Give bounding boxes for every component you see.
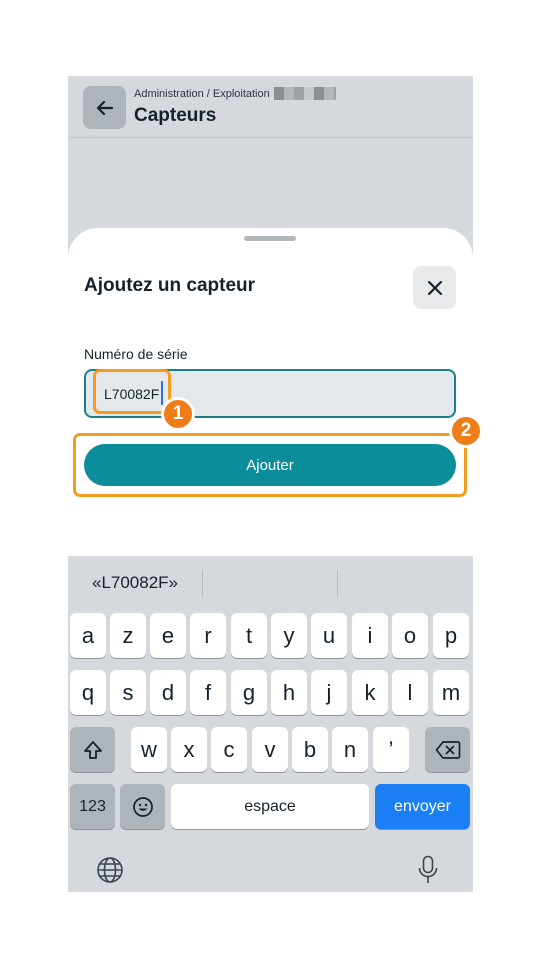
key-b[interactable]: b (292, 727, 328, 772)
suggestion-divider (202, 570, 203, 597)
key-y[interactable]: y (271, 613, 307, 658)
key-v[interactable]: v (252, 727, 288, 772)
arrow-left-icon (96, 100, 113, 115)
key-u[interactable]: u (311, 613, 347, 658)
key-q[interactable]: q (70, 670, 106, 715)
breadcrumb-text: Administration / Exploitation (134, 87, 270, 100)
virtual-keyboard: «L70082F» a z e r t y u i o p q s d f g … (68, 556, 473, 892)
key-a[interactable]: a (70, 613, 106, 658)
key-j[interactable]: j (311, 670, 347, 715)
key-x[interactable]: x (171, 727, 207, 772)
shift-icon (83, 740, 102, 759)
backspace-key[interactable] (425, 727, 470, 772)
app-header: Administration / Exploitation Capteurs (68, 76, 473, 138)
button-highlight-box (73, 433, 467, 497)
step-2-badge: 2 (449, 414, 483, 448)
key-r[interactable]: r (190, 613, 226, 658)
step-1-badge: 1 (161, 397, 195, 431)
key-h[interactable]: h (271, 670, 307, 715)
shift-key[interactable] (70, 727, 115, 772)
key-l[interactable]: l (392, 670, 428, 715)
input-highlight-box (93, 369, 171, 414)
breadcrumb: Administration / Exploitation (134, 87, 336, 100)
suggestion-divider (337, 570, 338, 597)
key-c[interactable]: c (211, 727, 247, 772)
page-title: Capteurs (134, 105, 217, 126)
close-icon (427, 280, 442, 295)
key-w[interactable]: w (131, 727, 167, 772)
back-button[interactable] (83, 86, 126, 129)
key-s[interactable]: s (110, 670, 146, 715)
microphone-icon[interactable] (417, 855, 439, 885)
redacted-site-name (273, 87, 336, 100)
backspace-icon (435, 740, 460, 759)
key-i[interactable]: i (352, 613, 388, 658)
key-apostrophe[interactable]: ’ (373, 727, 409, 772)
key-e[interactable]: e (150, 613, 186, 658)
suggestion-bar: «L70082F» (68, 556, 473, 611)
emoji-key[interactable] (120, 784, 165, 829)
key-m[interactable]: m (433, 670, 469, 715)
sheet-drag-handle[interactable] (244, 236, 296, 241)
close-button[interactable] (413, 266, 456, 309)
send-key[interactable]: envoyer (375, 784, 470, 829)
key-t[interactable]: t (231, 613, 267, 658)
key-d[interactable]: d (150, 670, 186, 715)
key-f[interactable]: f (190, 670, 226, 715)
key-o[interactable]: o (392, 613, 428, 658)
space-key[interactable]: espace (171, 784, 369, 829)
globe-icon[interactable] (96, 856, 124, 884)
serial-number-label: Numéro de série (84, 346, 188, 362)
key-g[interactable]: g (231, 670, 267, 715)
suggestion-item[interactable]: «L70082F» (68, 573, 202, 593)
numbers-key[interactable]: 123 (70, 784, 115, 829)
key-n[interactable]: n (332, 727, 368, 772)
sheet-title: Ajoutez un capteur (84, 275, 256, 296)
key-p[interactable]: p (433, 613, 469, 658)
key-z[interactable]: z (110, 613, 146, 658)
key-k[interactable]: k (352, 670, 388, 715)
emoji-icon (132, 796, 153, 817)
